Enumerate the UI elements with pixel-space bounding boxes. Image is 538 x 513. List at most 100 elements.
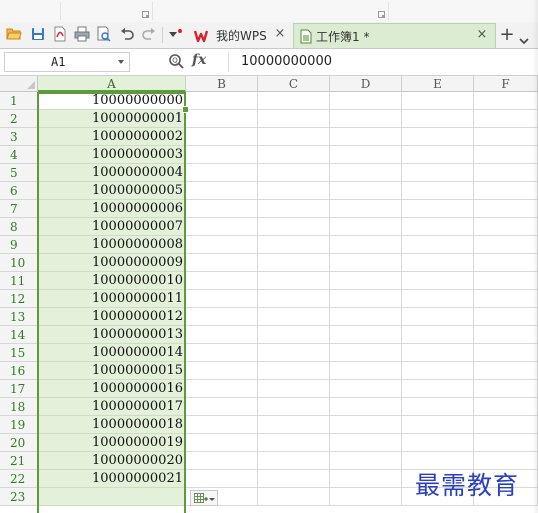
cell-d6[interactable]	[330, 182, 402, 200]
cell-c3[interactable]	[258, 128, 330, 146]
fx-icon[interactable]: fx	[192, 52, 206, 68]
cell-c21[interactable]	[258, 452, 330, 470]
redo-icon[interactable]	[141, 26, 157, 42]
cell-f8[interactable]	[474, 218, 538, 236]
row-header[interactable]: 9	[0, 236, 38, 254]
cell-c18[interactable]	[258, 398, 330, 416]
fill-handle[interactable]	[182, 106, 189, 113]
cell-b6[interactable]	[186, 182, 258, 200]
cell-c23[interactable]	[258, 488, 330, 506]
row-header[interactable]: 3	[0, 128, 38, 146]
cell-a1[interactable]: 10000000000	[38, 92, 186, 110]
cell-b15[interactable]	[186, 344, 258, 362]
cell-b22[interactable]	[186, 470, 258, 488]
cell-e3[interactable]	[402, 128, 474, 146]
cell-d20[interactable]	[330, 434, 402, 452]
cell-a22[interactable]: 10000000021	[38, 470, 186, 488]
cell-d9[interactable]	[330, 236, 402, 254]
print-preview-icon[interactable]	[96, 26, 112, 42]
cell-c10[interactable]	[258, 254, 330, 272]
cell-c7[interactable]	[258, 200, 330, 218]
row-header[interactable]: 22	[0, 470, 38, 488]
cell-c17[interactable]	[258, 380, 330, 398]
cell-b5[interactable]	[186, 164, 258, 182]
cell-d22[interactable]	[330, 470, 402, 488]
cell-e2[interactable]	[402, 110, 474, 128]
cell-e8[interactable]	[402, 218, 474, 236]
close-tab-icon[interactable]: ×	[273, 27, 287, 41]
row-header[interactable]: 13	[0, 308, 38, 326]
cell-c1[interactable]	[258, 92, 330, 110]
cell-b14[interactable]	[186, 326, 258, 344]
cell-c12[interactable]	[258, 290, 330, 308]
cell-e9[interactable]	[402, 236, 474, 254]
cell-b20[interactable]	[186, 434, 258, 452]
cell-f1[interactable]	[474, 92, 538, 110]
cell-e7[interactable]	[402, 200, 474, 218]
cell-b1[interactable]	[186, 92, 258, 110]
cell-d21[interactable]	[330, 452, 402, 470]
cell-c20[interactable]	[258, 434, 330, 452]
cell-e13[interactable]	[402, 308, 474, 326]
cell-f6[interactable]	[474, 182, 538, 200]
cell-e10[interactable]	[402, 254, 474, 272]
cell-f19[interactable]	[474, 416, 538, 434]
customize-toolbar-icon[interactable]	[168, 26, 184, 42]
zoom-search-icon[interactable]: Q	[168, 53, 184, 69]
cell-e16[interactable]	[402, 362, 474, 380]
cell-a4[interactable]: 10000000003	[38, 146, 186, 164]
cell-a16[interactable]: 10000000015	[38, 362, 186, 380]
dialog-launcher-icon[interactable]	[378, 11, 385, 18]
cell-d7[interactable]	[330, 200, 402, 218]
cell-c2[interactable]	[258, 110, 330, 128]
cell-b17[interactable]	[186, 380, 258, 398]
column-header-e[interactable]: E	[402, 76, 474, 92]
cell-d8[interactable]	[330, 218, 402, 236]
row-header[interactable]: 5	[0, 164, 38, 182]
cell-f14[interactable]	[474, 326, 538, 344]
cell-d14[interactable]	[330, 326, 402, 344]
column-header-f[interactable]: F	[474, 76, 538, 92]
cell-d16[interactable]	[330, 362, 402, 380]
row-header[interactable]: 7	[0, 200, 38, 218]
cell-e18[interactable]	[402, 398, 474, 416]
cell-e5[interactable]	[402, 164, 474, 182]
tab-list-dropdown-icon[interactable]	[519, 30, 529, 45]
cell-a15[interactable]: 10000000014	[38, 344, 186, 362]
cell-d13[interactable]	[330, 308, 402, 326]
cell-a10[interactable]: 10000000009	[38, 254, 186, 272]
cell-b9[interactable]	[186, 236, 258, 254]
row-header[interactable]: 21	[0, 452, 38, 470]
row-header[interactable]: 18	[0, 398, 38, 416]
cell-f9[interactable]	[474, 236, 538, 254]
cell-a3[interactable]: 10000000002	[38, 128, 186, 146]
cell-d1[interactable]	[330, 92, 402, 110]
cell-b21[interactable]	[186, 452, 258, 470]
cell-b10[interactable]	[186, 254, 258, 272]
cell-f7[interactable]	[474, 200, 538, 218]
row-header[interactable]: 10	[0, 254, 38, 272]
cell-a6[interactable]: 10000000005	[38, 182, 186, 200]
column-header-d[interactable]: D	[330, 76, 402, 92]
row-header[interactable]: 6	[0, 182, 38, 200]
cell-a23[interactable]	[38, 488, 186, 506]
cell-f11[interactable]	[474, 272, 538, 290]
cell-e14[interactable]	[402, 326, 474, 344]
select-all-corner[interactable]	[0, 76, 38, 92]
cell-c22[interactable]	[258, 470, 330, 488]
cell-a20[interactable]: 10000000019	[38, 434, 186, 452]
chevron-down-icon[interactable]	[118, 60, 124, 64]
cell-b2[interactable]	[186, 110, 258, 128]
tab-my-wps[interactable]: 我的WPS ×	[190, 23, 293, 48]
cell-a2[interactable]: 10000000001	[38, 110, 186, 128]
cell-a11[interactable]: 10000000010	[38, 272, 186, 290]
open-folder-icon[interactable]	[6, 26, 22, 42]
cell-b7[interactable]	[186, 200, 258, 218]
cell-d18[interactable]	[330, 398, 402, 416]
auto-fill-options-button[interactable]	[190, 490, 218, 506]
cell-c14[interactable]	[258, 326, 330, 344]
cell-b12[interactable]	[186, 290, 258, 308]
name-box[interactable]: A1	[4, 52, 130, 72]
cell-e12[interactable]	[402, 290, 474, 308]
cell-d11[interactable]	[330, 272, 402, 290]
